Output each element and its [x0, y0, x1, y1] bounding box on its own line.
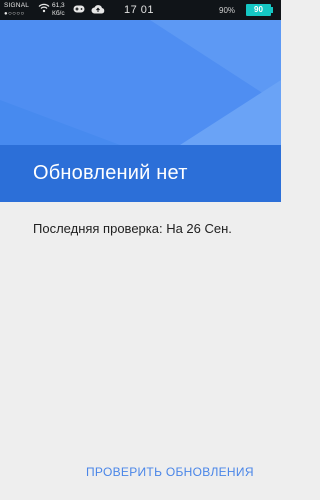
gamepad-icon — [73, 5, 85, 15]
wifi-icon — [38, 3, 50, 15]
battery-percent: 90% — [219, 6, 236, 15]
title-bar: Обновлений нет — [0, 145, 281, 202]
battery-tip — [271, 7, 273, 13]
check-updates-button[interactable]: ПРОВЕРИТЬ ОБНОВЛЕНИЯ — [86, 465, 254, 479]
network-rate-value: 61,3 — [52, 2, 65, 9]
signal-indicator: SIGNAL ●○○○○ — [4, 2, 29, 18]
hero-banner — [0, 20, 281, 145]
hero-background-shapes — [0, 20, 281, 145]
battery-icon: 90 — [246, 4, 271, 16]
clock: 17 01 — [124, 4, 155, 16]
status-bar: SIGNAL ●○○○○ 61,3 Кб/с 17 01 90% 90 — [0, 0, 281, 20]
page-title: Обновлений нет — [33, 162, 188, 184]
cloud-upload-icon — [91, 4, 105, 16]
network-rate-unit: Кб/с — [52, 9, 65, 17]
last-check-text: Последняя проверка: На 26 Сен. — [33, 221, 232, 236]
network-rate: 61,3 Кб/с — [52, 2, 65, 17]
signal-strength-dots: ●○○○○ — [4, 11, 25, 17]
signal-label: SIGNAL — [4, 2, 30, 9]
